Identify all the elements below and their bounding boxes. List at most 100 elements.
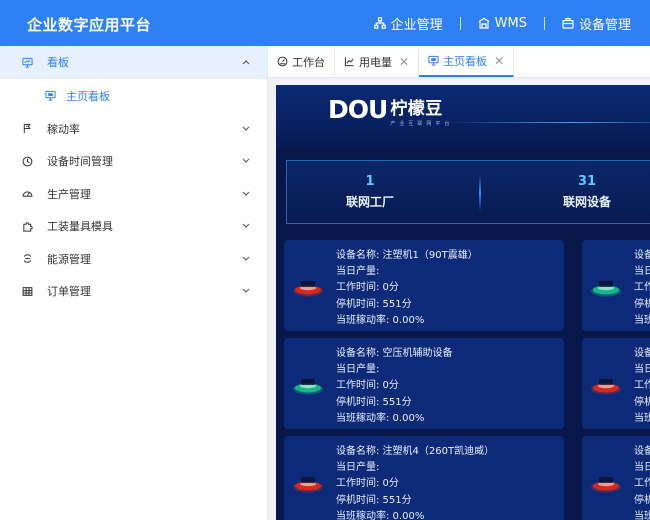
device-work-time: 工作	[634, 282, 650, 294]
monitor-icon	[21, 56, 33, 68]
device-name: 设备	[634, 348, 650, 359]
device-name: 设备	[634, 446, 650, 457]
stat-label: 联网工厂	[345, 195, 394, 209]
nav-wms-label: WMS	[494, 15, 527, 31]
device-name: 设备	[634, 250, 650, 261]
device-info: 设备当日工作停机当班	[634, 346, 650, 427]
company-name: 柠檬豆	[390, 99, 443, 119]
sidebar-item-label: 稼动率	[47, 122, 80, 136]
dashboard-board: DOU 柠檬豆 产业互联网平台 1 联网工厂 31 联网设备 设备名称: 注塑机…	[276, 85, 650, 520]
tab-power-usage[interactable]: 用电量 ✕	[335, 46, 420, 77]
sidebar-item-label: 看板	[47, 56, 69, 70]
header-glow-line	[446, 122, 650, 123]
device-info: 设备 当日 工作 停机 当班	[634, 444, 650, 520]
status-light-icon	[293, 379, 323, 395]
sidebar-item-tooling[interactable]: 工装量具模具	[0, 210, 267, 243]
sidebar-item-energy[interactable]: 能源管理	[0, 243, 267, 276]
tab-bar: 工作台 用电量 ✕ 主页看板 ✕	[268, 46, 650, 78]
close-icon[interactable]: ✕	[399, 55, 409, 69]
close-icon[interactable]: ✕	[494, 54, 504, 68]
app-title: 企业数字应用平台	[27, 16, 152, 34]
stat-devices: 31 联网设备	[527, 174, 647, 210]
dashboard-header: DOU 柠檬豆 产业互联网平台	[276, 85, 650, 147]
tab-label: 主页看板	[443, 54, 488, 68]
device-output: 当日产量:	[336, 266, 380, 278]
device-info: 设备当日工作停机当班	[634, 248, 650, 329]
chevron-down-icon	[242, 191, 250, 196]
stat-value: 31	[577, 174, 597, 189]
device-card[interactable]: 设备当日工作停机当班	[582, 240, 650, 331]
tab-home-dashboard[interactable]: 主页看板 ✕	[419, 46, 515, 77]
device-stop-time: 停机时间: 551分	[336, 396, 412, 408]
device-stop-time: 停机时间: 551分	[336, 494, 412, 506]
device-card[interactable]: 设备当日工作停机当班	[582, 338, 650, 429]
sidebar: 看板 主页看板 稼动率 设备时间管理 生产管理 工装量具模具 能源管理 订单管理	[0, 46, 268, 520]
sidebar-item-label: 主页看板	[66, 89, 110, 103]
device-card[interactable]: 设备 当日 工作 停机 当班	[582, 436, 650, 520]
device-card[interactable]: 设备名称: 空压机辅助设备 当日产量: 工作时间: 0分 停机时间: 551分 当班稼动…	[284, 338, 564, 429]
device-utilization-rate: 当班	[634, 412, 650, 424]
sidebar-item-device-time[interactable]: 设备时间管理	[0, 145, 267, 178]
logo-text: 柠檬豆 产业互联网平台	[390, 99, 453, 127]
sidebar-item-label: 订单管理	[47, 285, 91, 299]
nav-enterprise-management[interactable]: 企业管理	[373, 14, 443, 33]
device-work-time: 工作时间: 0分	[336, 478, 399, 490]
puzzle-icon	[21, 220, 33, 232]
device-work-time: 工作	[634, 478, 650, 490]
nav-wms[interactable]: WMS	[478, 16, 527, 31]
device-utilization-rate: 当班稼动率: 0.00%	[336, 314, 425, 326]
screen-icon	[428, 55, 439, 66]
device-stop-time: 停机	[634, 396, 650, 408]
chevron-down-icon	[242, 288, 250, 294]
device-output: 当日	[634, 266, 650, 278]
device-stop-time: 停机	[634, 298, 650, 310]
sidebar-item-label: 设备时间管理	[47, 155, 113, 169]
briefcase-icon	[562, 17, 574, 29]
sidebar-item-production[interactable]: 生产管理	[0, 178, 267, 211]
sidebar-item-dashboard[interactable]: 看板	[0, 46, 267, 79]
device-utilization-rate: 当班稼动率: 0.00%	[336, 412, 425, 424]
sidebar-item-orders[interactable]: 订单管理	[0, 275, 267, 308]
device-utilization-rate: 当班稼动率: 0.00%	[336, 510, 425, 520]
screen-icon	[44, 90, 56, 102]
sidebar-item-utilization[interactable]: 稼动率	[0, 113, 267, 146]
tab-workbench[interactable]: 工作台	[268, 46, 335, 77]
chevron-down-icon	[242, 126, 250, 131]
device-info: 设备名称: 空压机辅助设备 当日产量: 工作时间: 0分 停机时间: 551分 当班稼动…	[336, 346, 453, 427]
device-work-time: 工作时间: 0分	[336, 282, 399, 294]
flag-icon	[21, 123, 33, 135]
gauge-icon	[21, 188, 33, 200]
nav-device-label: 设备管理	[578, 17, 631, 33]
warehouse-icon	[478, 17, 489, 29]
status-light-icon	[591, 281, 621, 297]
device-output: 当日产量:	[336, 364, 380, 376]
device-info: 设备名称: 注塑机4（260T凯迪威） 当日产量: 工作时间: 0分停机时间: 55…	[336, 444, 494, 520]
tab-label: 工作台	[292, 55, 325, 69]
stat-divider	[479, 175, 481, 211]
nav-device-management[interactable]: 设备管理	[562, 14, 631, 33]
device-info: 设备名称: 注塑机1（90T震雄） 当日产量: 工作时间: 0分 停机时间: 551分…	[336, 248, 478, 329]
device-name: 设备名称: 注塑机4（260T凯迪威）	[336, 446, 495, 457]
stat-label: 联网设备	[562, 195, 611, 209]
main-content: DOU 柠檬豆 产业互联网平台 1 联网工厂 31 联网设备 设备名称: 注塑机…	[268, 78, 650, 520]
top-header: 企业数字应用平台 企业管理 WMS 设备管理	[0, 0, 650, 46]
top-nav: 企业管理 WMS 设备管理	[373, 0, 650, 46]
chevron-down-icon	[242, 256, 250, 261]
stats-panel: 1 联网工厂 31 联网设备	[286, 160, 650, 224]
device-card[interactable]: 设备名称: 注塑机1（90T震雄） 当日产量: 工作时间: 0分 停机时间: 551分…	[284, 240, 564, 331]
chevron-down-icon	[242, 223, 250, 229]
device-stop-time: 停机时间: 551分	[336, 298, 412, 310]
clock-icon	[21, 155, 33, 167]
device-stop-time: 停机	[634, 494, 650, 506]
device-utilization-rate: 当班	[634, 314, 650, 326]
device-utilization-rate: 当班	[634, 510, 650, 520]
status-light-icon	[591, 379, 621, 395]
device-output: 当日产量:	[336, 462, 380, 474]
device-card[interactable]: 设备名称: 注塑机4（260T凯迪威） 当日产量: 工作时间: 0分停机时间: 55…	[284, 436, 564, 520]
device-work-time: 工作	[634, 380, 650, 392]
logo-wordmark: DOU	[328, 95, 388, 124]
brand-logo: DOU 柠檬豆 产业互联网平台	[328, 95, 453, 127]
org-tree-icon	[373, 17, 386, 29]
sidebar-item-home-dashboard[interactable]: 主页看板	[0, 79, 267, 113]
device-output: 当日	[634, 364, 650, 376]
